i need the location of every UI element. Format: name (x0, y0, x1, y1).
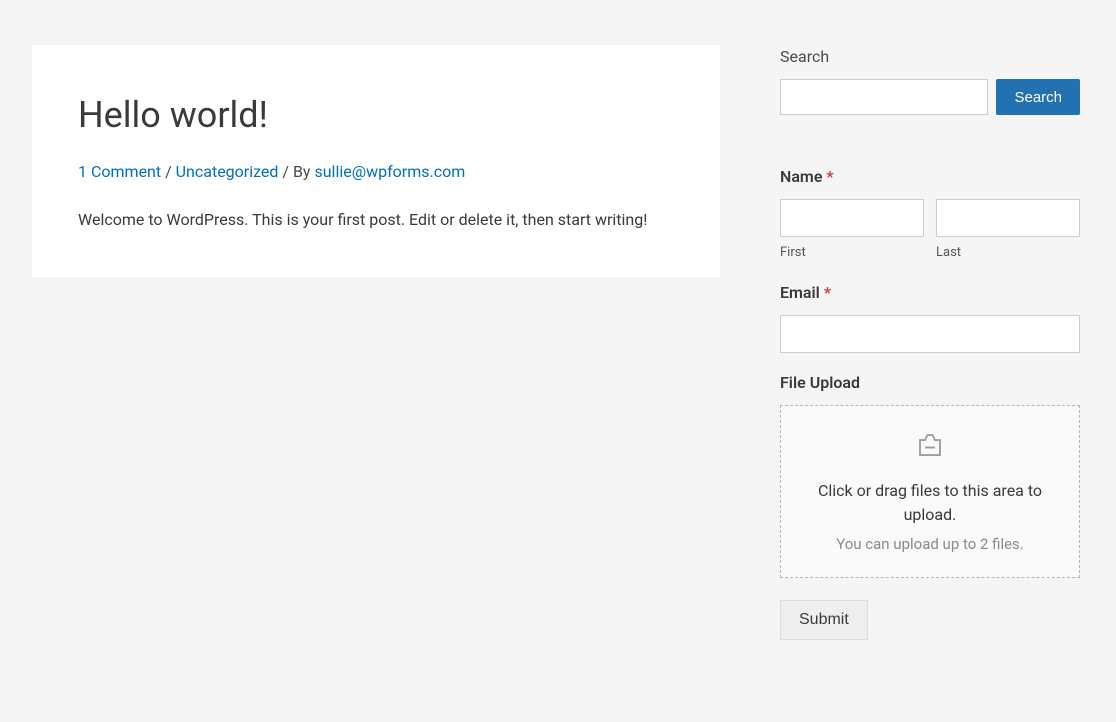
post-meta: 1 Comment / Uncategorized / By sullie@wp… (78, 160, 674, 184)
comments-link[interactable]: 1 Comment (78, 162, 161, 181)
post-content: Welcome to WordPress. This is your first… (78, 208, 674, 232)
meta-separator: / (161, 162, 176, 181)
file-upload-hint: You can upload up to 2 files. (801, 533, 1059, 556)
meta-separator: / By (278, 162, 314, 181)
search-label: Search (780, 45, 1080, 69)
required-marker: * (826, 167, 833, 186)
name-label-text: Name (780, 167, 826, 186)
file-upload-dropzone[interactable]: Click or drag files to this area to uplo… (780, 405, 1080, 579)
name-label: Name * (780, 165, 1080, 189)
upload-icon (915, 430, 945, 467)
email-input[interactable] (780, 315, 1080, 353)
email-label: Email * (780, 281, 1080, 305)
form-widget: Name * First Last Email * File Up (780, 165, 1080, 640)
page-container: Hello world! 1 Comment / Uncategorized /… (0, 0, 1116, 722)
file-upload-label: File Upload (780, 371, 1080, 395)
name-field: Name * First Last (780, 165, 1080, 263)
post-title: Hello world! (78, 88, 674, 142)
submit-button[interactable]: Submit (780, 600, 868, 640)
email-field: Email * (780, 281, 1080, 353)
search-button[interactable]: Search (996, 79, 1080, 115)
last-name-sublabel: Last (936, 243, 1080, 263)
search-widget: Search Search (780, 45, 1080, 115)
first-name-col: First (780, 199, 924, 263)
search-row: Search (780, 79, 1080, 115)
file-upload-field: File Upload Click or drag files to this … (780, 371, 1080, 579)
last-name-input[interactable] (936, 199, 1080, 237)
post-card: Hello world! 1 Comment / Uncategorized /… (32, 45, 720, 277)
category-link[interactable]: Uncategorized (176, 162, 279, 181)
main-content: Hello world! 1 Comment / Uncategorized /… (32, 45, 720, 690)
search-input[interactable] (780, 79, 988, 115)
name-row: First Last (780, 199, 1080, 263)
email-label-text: Email (780, 283, 824, 302)
sidebar: Search Search Name * First Last (780, 45, 1080, 690)
first-name-input[interactable] (780, 199, 924, 237)
required-marker: * (824, 283, 831, 302)
author-link[interactable]: sullie@wpforms.com (314, 162, 465, 181)
first-name-sublabel: First (780, 243, 924, 263)
file-upload-text: Click or drag files to this area to uplo… (801, 479, 1059, 527)
last-name-col: Last (936, 199, 1080, 263)
